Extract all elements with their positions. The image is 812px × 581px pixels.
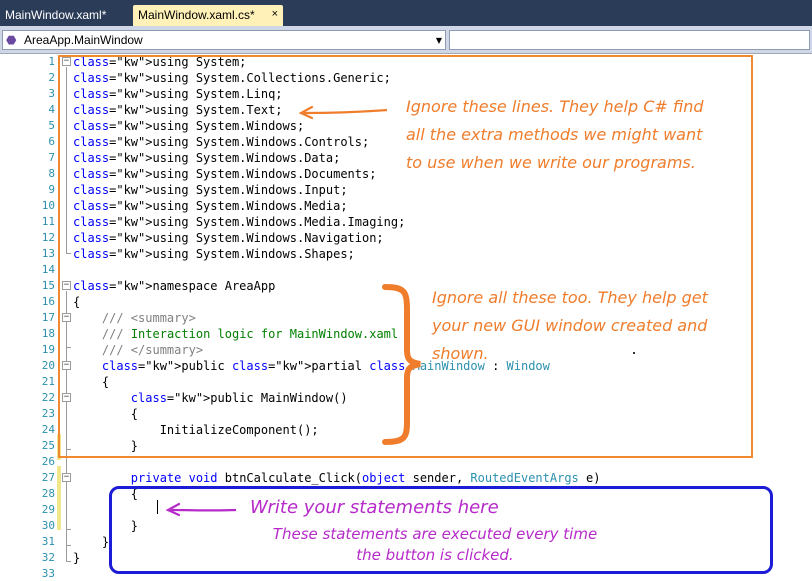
annotation-note-boilerplate: Ignore all these too. They help get your… xyxy=(432,288,708,363)
arrow-left-icon xyxy=(165,502,237,517)
arrow-left-icon xyxy=(298,105,388,120)
annotation-note-title: Write your statements here xyxy=(250,497,499,518)
annotation-note-usings: Ignore these lines. They help C# find al… xyxy=(406,97,704,172)
annotation-note-body: These statements are executed every time… xyxy=(272,525,598,564)
curly-brace-icon xyxy=(382,284,421,445)
